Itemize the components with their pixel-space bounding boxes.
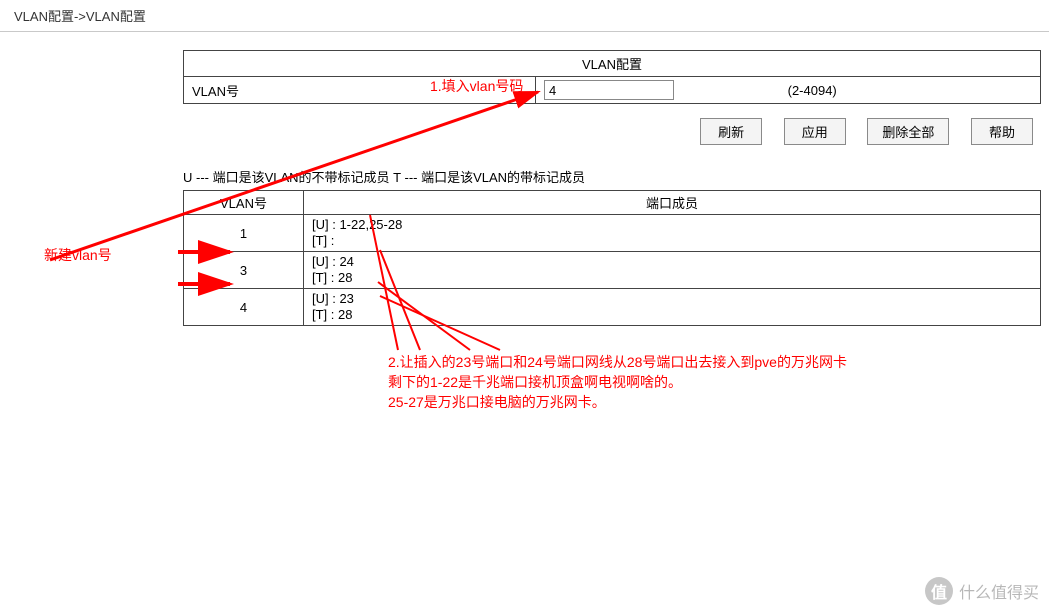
vlan-cell: 4 — [184, 289, 304, 326]
annotation-2-line2: 剩下的1-22是千兆端口接机顶盒啊电视啊啥的。 — [388, 372, 682, 392]
watermark: 值 什么值得买 — [925, 577, 1039, 605]
ports-cell: [U] : 23 [T] : 28 — [304, 289, 1041, 326]
breadcrumb: VLAN配置->VLAN配置 — [0, 0, 1049, 32]
refresh-button[interactable]: 刷新 — [700, 118, 762, 145]
vlan-id-cell: (2-4094) — [536, 77, 1041, 104]
table-row: 1 [U] : 1-22,25-28 [T] : — [184, 215, 1041, 252]
members-header-vlan: VLAN号 — [184, 191, 304, 215]
ports-u: [U] : 24 — [312, 254, 1032, 270]
ports-cell: [U] : 24 [T] : 28 — [304, 252, 1041, 289]
main-panel: VLAN配置 VLAN号 (2-4094) 刷新 应用 删除全部 帮助 U --… — [183, 50, 1041, 326]
annotation-new-vlan: 新建vlan号 — [44, 245, 112, 265]
vlan-id-range: (2-4094) — [788, 83, 837, 98]
members-header-ports: 端口成员 — [304, 191, 1041, 215]
button-bar: 刷新 应用 删除全部 帮助 — [183, 118, 1041, 145]
vlan-id-label: VLAN号 — [184, 77, 536, 104]
vlan-cell: 1 — [184, 215, 304, 252]
annotation-2-line1: 2.让插入的23号端口和24号端口网线从28号端口出去接入到pve的万兆网卡 — [388, 352, 847, 372]
watermark-badge-icon: 值 — [925, 577, 953, 605]
delete-all-button[interactable]: 删除全部 — [867, 118, 949, 145]
apply-button[interactable]: 应用 — [784, 118, 846, 145]
vlan-config-table: VLAN配置 VLAN号 (2-4094) — [183, 50, 1041, 104]
ports-u: [U] : 23 — [312, 291, 1032, 307]
vlan-config-title: VLAN配置 — [184, 51, 1041, 77]
vlan-cell: 3 — [184, 252, 304, 289]
watermark-text: 什么值得买 — [959, 579, 1039, 603]
table-row: 4 [U] : 23 [T] : 28 — [184, 289, 1041, 326]
help-button[interactable]: 帮助 — [971, 118, 1033, 145]
ports-cell: [U] : 1-22,25-28 [T] : — [304, 215, 1041, 252]
ports-t: [T] : — [312, 233, 1032, 249]
ports-u: [U] : 1-22,25-28 — [312, 217, 1032, 233]
annotation-2-line3: 25-27是万兆口接电脑的万兆网卡。 — [388, 392, 606, 412]
table-row: 3 [U] : 24 [T] : 28 — [184, 252, 1041, 289]
legend-text: U --- 端口是该VLAN的不带标记成员 T --- 端口是该VLAN的带标记… — [183, 167, 1041, 186]
ports-t: [T] : 28 — [312, 307, 1032, 323]
ports-t: [T] : 28 — [312, 270, 1032, 286]
members-table: VLAN号 端口成员 1 [U] : 1-22,25-28 [T] : 3 [U… — [183, 190, 1041, 326]
vlan-id-input[interactable] — [544, 80, 674, 100]
